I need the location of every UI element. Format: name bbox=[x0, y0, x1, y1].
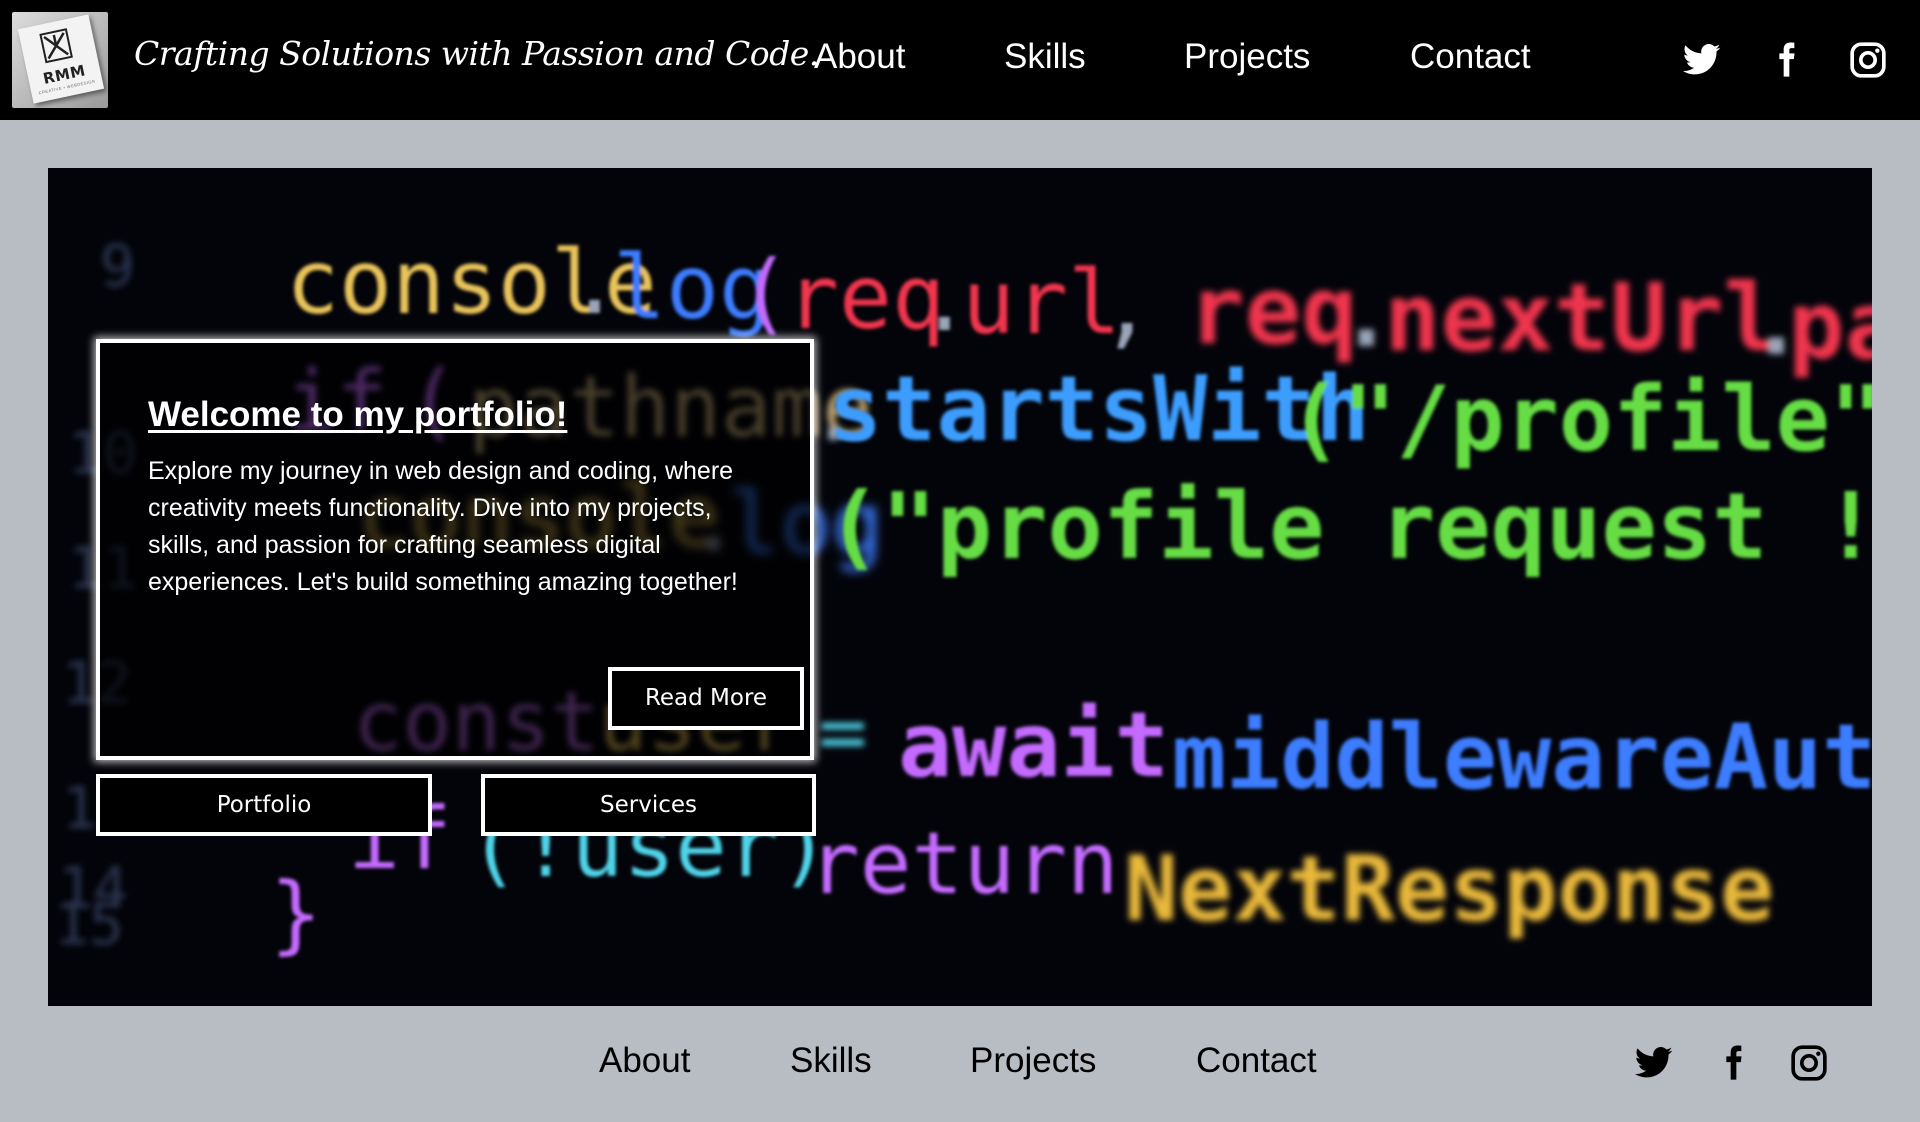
code-line-5-right: NextResponse bbox=[1124, 837, 1774, 942]
footer-nav-link-contact[interactable]: Contact bbox=[1196, 1041, 1317, 1081]
line-number: 9 bbox=[100, 232, 135, 300]
code-token: middlewareAuth bbox=[1172, 705, 1872, 810]
welcome-card: Welcome to my portfolio! Explore my jour… bbox=[96, 339, 814, 760]
code-token: req bbox=[1188, 257, 1358, 366]
code-token: await bbox=[898, 693, 1169, 798]
site-logo[interactable]: RMM CREATIVE • WEBDESIGN bbox=[12, 12, 108, 108]
services-button[interactable]: Services bbox=[481, 774, 816, 836]
portfolio-button[interactable]: Portfolio bbox=[96, 774, 432, 836]
code-token: NextResponse bbox=[1124, 837, 1774, 942]
footer-nav-link-about[interactable]: About bbox=[599, 1041, 690, 1081]
code-line-4-right: await middlewareAuth bbox=[898, 693, 1872, 810]
read-more-button[interactable]: Read More bbox=[608, 667, 804, 730]
code-token: ("/profile" bbox=[1288, 367, 1872, 472]
code-token: pa bbox=[1788, 272, 1872, 381]
footer-nav-link-skills[interactable]: Skills bbox=[790, 1041, 872, 1081]
logo-card: RMM CREATIVE • WEBDESIGN bbox=[17, 14, 105, 104]
nav-link-projects[interactable]: Projects bbox=[1184, 37, 1310, 77]
facebook-icon[interactable] bbox=[1713, 1043, 1753, 1083]
code-token: return bbox=[808, 814, 1119, 914]
code-token: nextUrl bbox=[1384, 264, 1780, 373]
welcome-text: Explore my journey in web design and cod… bbox=[148, 457, 738, 596]
logo-mark-icon bbox=[39, 28, 73, 64]
site-tagline: Crafting Solutions with Passion and Code… bbox=[134, 34, 819, 73]
code-line-3-right: ("profile request !!!" bbox=[826, 473, 1872, 580]
code-token: } bbox=[270, 864, 322, 964]
top-header: RMM CREATIVE • WEBDESIGN Crafting Soluti… bbox=[0, 0, 1920, 120]
twitter-icon[interactable] bbox=[1634, 1043, 1674, 1083]
code-token: ("profile request !!!" bbox=[826, 473, 1872, 580]
line-number: 15 bbox=[54, 890, 124, 958]
code-token: , bbox=[1100, 254, 1153, 357]
code-token: url bbox=[962, 251, 1121, 354]
twitter-icon[interactable] bbox=[1682, 40, 1722, 80]
nav-link-about[interactable]: About bbox=[814, 37, 905, 77]
nav-link-skills[interactable]: Skills bbox=[1004, 37, 1086, 77]
instagram-icon[interactable] bbox=[1848, 40, 1888, 80]
code-line-6: } bbox=[270, 864, 322, 964]
code-token: = bbox=[818, 685, 867, 780]
nav-link-contact[interactable]: Contact bbox=[1410, 37, 1531, 77]
code-token: ( bbox=[738, 241, 791, 344]
welcome-title: Welcome to my portfolio! bbox=[148, 395, 568, 434]
instagram-icon[interactable] bbox=[1789, 1043, 1829, 1083]
footer-nav-link-projects[interactable]: Projects bbox=[970, 1041, 1096, 1081]
hero-banner: 9 10 11 12 13 14 15 console . log ( req … bbox=[48, 168, 1872, 1006]
code-line-2-right: startsWith ("/profile" bbox=[828, 357, 1872, 472]
facebook-icon[interactable] bbox=[1766, 40, 1806, 80]
